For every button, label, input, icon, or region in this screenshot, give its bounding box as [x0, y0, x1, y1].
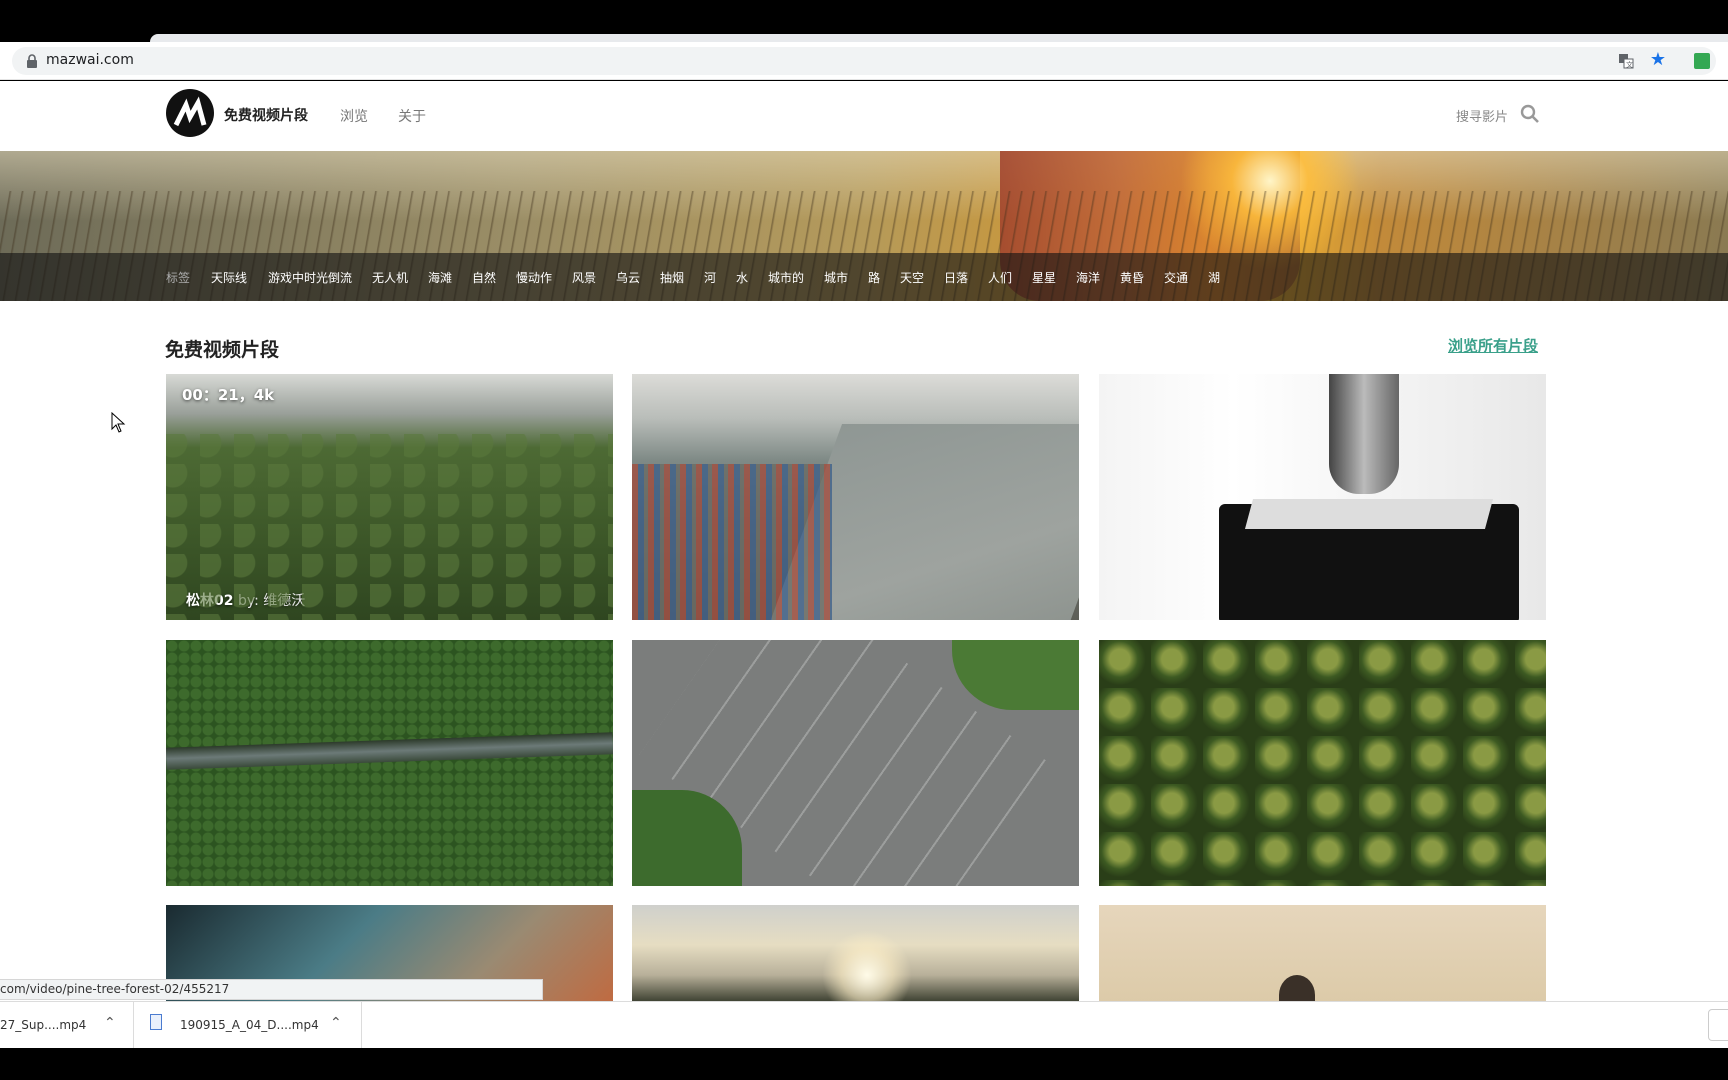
thumb-figure: [1279, 975, 1315, 1001]
thumb-containers: [632, 464, 832, 620]
tag-item[interactable]: 湖: [1208, 269, 1220, 286]
extension-icon[interactable]: [1694, 53, 1710, 69]
status-bar-url: com/video/pine-tree-forest-02/455217: [0, 979, 543, 1000]
tag-item[interactable]: 日落: [944, 269, 968, 286]
site-header: 免费视频片段 浏览 关于 搜寻影片: [0, 81, 1728, 151]
logo-m-icon: [173, 96, 207, 127]
tag-item[interactable]: 河: [704, 269, 716, 286]
video-author: by: 维德沃: [237, 593, 306, 609]
brand-title[interactable]: 免费视频片段: [224, 105, 308, 125]
site-logo[interactable]: [166, 89, 214, 137]
browse-all-link[interactable]: 浏览所有片段: [1448, 335, 1538, 356]
show-all-downloads-button[interactable]: [1708, 1009, 1728, 1041]
video-thumbnail[interactable]: [1099, 640, 1546, 886]
tag-label: 标签: [166, 271, 191, 285]
video-thumbnail[interactable]: [632, 374, 1079, 620]
hero-banner: 标签 天际线 游戏中时光倒流 无人机 海滩 自然 慢动作 风景 乌云 抽烟 河 …: [0, 151, 1728, 301]
chevron-up-icon[interactable]: ⌃: [104, 1015, 116, 1031]
thumb-sun: [822, 930, 912, 1001]
download-item[interactable]: 190915_A_04_D....mp4 ⌃: [134, 1002, 362, 1049]
thumb-microscope-lens: [1329, 374, 1399, 494]
web-page: 免费视频片段 浏览 关于 搜寻影片 标签 天际线 游戏中时光倒流 无人机 海滩 …: [0, 81, 1728, 1001]
url-text[interactable]: mazwai.com: [46, 52, 134, 68]
tag-item[interactable]: 人们: [988, 269, 1012, 286]
search-label[interactable]: 搜寻影片: [1456, 106, 1508, 125]
tag-item[interactable]: 自然: [472, 269, 496, 286]
thumb-microscope-slide: [1244, 499, 1494, 529]
tag-item[interactable]: 海洋: [1076, 269, 1100, 286]
window-frame-top: [0, 0, 1728, 34]
nav-about[interactable]: 关于: [398, 106, 426, 126]
tag-item[interactable]: 路: [868, 269, 880, 286]
video-thumbnail[interactable]: [632, 640, 1079, 886]
nav-browse[interactable]: 浏览: [340, 106, 368, 126]
thumb-trees: [952, 640, 1079, 710]
download-item[interactable]: 27_Sup....mp4 ⌃: [0, 1002, 134, 1049]
download-filename: 27_Sup....mp4: [0, 1018, 87, 1032]
tag-item[interactable]: 游戏中时光倒流: [268, 269, 352, 286]
download-shelf: 27_Sup....mp4 ⌃ 190915_A_04_D....mp4 ⌃: [0, 1001, 1728, 1049]
address-bar[interactable]: mazwai.com 文 ★: [12, 47, 1716, 75]
download-filename: 190915_A_04_D....mp4: [180, 1018, 319, 1032]
video-thumbnail[interactable]: 00：21，4k 松林02 by: 维德沃: [166, 374, 613, 620]
video-thumbnail[interactable]: [1099, 905, 1546, 1001]
tab-strip: [150, 34, 1728, 42]
tag-item[interactable]: 海滩: [428, 269, 452, 286]
tag-item[interactable]: 慢动作: [516, 269, 552, 286]
tag-item[interactable]: 天空: [900, 269, 924, 286]
tag-item[interactable]: 城市的: [768, 269, 804, 286]
video-duration: 00：21，4k: [182, 386, 275, 404]
tag-item[interactable]: 水: [736, 269, 748, 286]
video-thumbnail[interactable]: [632, 905, 1079, 1001]
window-frame-bottom: [0, 1048, 1728, 1080]
tag-item[interactable]: 无人机: [372, 269, 408, 286]
search-icon[interactable]: [1520, 104, 1540, 124]
video-title: 松林02: [186, 593, 234, 609]
lock-icon: [27, 54, 37, 68]
tag-item[interactable]: 交通: [1164, 269, 1188, 286]
video-thumbnail[interactable]: [166, 640, 613, 886]
bookmark-star-icon[interactable]: ★: [1650, 50, 1666, 70]
svg-text:文: 文: [1626, 60, 1633, 69]
mouse-cursor-icon: [111, 412, 126, 433]
tag-item[interactable]: 黄昏: [1120, 269, 1144, 286]
tag-item[interactable]: 乌云: [616, 269, 640, 286]
thumb-road: [166, 732, 613, 770]
chevron-up-icon[interactable]: ⌃: [330, 1015, 342, 1031]
file-icon: [150, 1014, 162, 1030]
tag-item[interactable]: 风景: [572, 269, 596, 286]
translate-icon[interactable]: 文: [1618, 53, 1634, 69]
video-caption: 松林02 by: 维德沃: [186, 590, 305, 610]
video-thumbnail[interactable]: [1099, 374, 1546, 620]
tag-item[interactable]: 抽烟: [660, 269, 684, 286]
tag-item[interactable]: 星星: [1032, 269, 1056, 286]
tag-item[interactable]: 天际线: [211, 269, 247, 286]
section-title: 免费视频片段: [165, 339, 280, 361]
tag-bar: 标签 天际线 游戏中时光倒流 无人机 海滩 自然 慢动作 风景 乌云 抽烟 河 …: [0, 253, 1728, 301]
tag-item[interactable]: 城市: [824, 269, 848, 286]
browser-toolbar: mazwai.com 文 ★: [0, 42, 1728, 80]
